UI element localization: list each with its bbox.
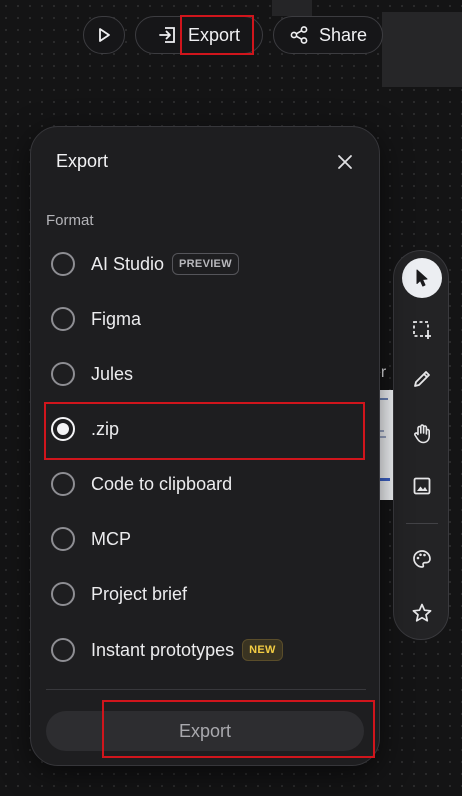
option-figma[interactable]: Figma — [51, 299, 361, 339]
export-arrow-icon — [159, 27, 175, 43]
radio-button[interactable] — [51, 307, 75, 331]
palette-icon — [413, 550, 431, 568]
share-icon — [290, 26, 308, 44]
tool-palette — [393, 250, 449, 640]
option-mcp[interactable]: MCP — [51, 519, 361, 559]
radio-button[interactable] — [51, 582, 75, 606]
image-tool[interactable] — [402, 466, 442, 506]
option-label: Figma — [91, 308, 142, 329]
export-top-label: Export — [187, 24, 241, 45]
option-label: Project brief — [91, 583, 188, 604]
play-button[interactable] — [83, 16, 125, 54]
hand-tool[interactable] — [402, 414, 442, 454]
export-dialog: Export Format AI Studio PREVIEW Figma Ju… — [30, 126, 380, 766]
option-ai-studio[interactable]: AI Studio PREVIEW — [51, 244, 361, 284]
top-right-block — [272, 0, 312, 16]
option-label: Code to clipboard — [91, 473, 233, 494]
pointer-tool[interactable] — [402, 258, 442, 298]
close-icon — [338, 155, 352, 169]
toolbar-divider — [406, 523, 438, 524]
marquee-select-tool[interactable] — [402, 310, 442, 350]
radio-button[interactable] — [51, 362, 75, 386]
radio-button[interactable] — [51, 638, 75, 662]
option-label: AI Studio — [91, 253, 165, 274]
radio-button[interactable] — [51, 527, 75, 551]
image-icon — [413, 477, 431, 495]
option-label: .zip — [91, 418, 120, 439]
option-code-to-clipboard[interactable]: Code to clipboard — [51, 464, 361, 504]
radio-button-selected[interactable] — [51, 417, 75, 441]
pencil-tool[interactable] — [402, 359, 442, 399]
pencil-icon — [414, 371, 430, 387]
option-instant-prototypes[interactable]: Instant prototypes NEW — [51, 630, 361, 670]
dialog-title: Export — [56, 151, 109, 171]
option-jules[interactable]: Jules — [51, 354, 361, 394]
option-label: Instant prototypes — [91, 639, 235, 660]
radio-button[interactable] — [51, 252, 75, 276]
share-label: Share — [318, 24, 368, 45]
share-button[interactable]: Share — [273, 16, 383, 54]
palette-tool[interactable] — [402, 539, 442, 579]
star-tool[interactable] — [402, 593, 442, 633]
option-zip[interactable]: .zip — [51, 409, 361, 449]
preview-badge: PREVIEW — [172, 253, 239, 275]
export-button[interactable]: Export — [46, 711, 364, 751]
pointer-icon — [416, 269, 428, 287]
dialog-divider — [46, 689, 366, 690]
radio-button[interactable] — [51, 472, 75, 496]
hand-icon — [414, 424, 430, 444]
star-icon — [412, 603, 432, 622]
top-right-panel — [382, 12, 462, 87]
export-top-button[interactable]: Export — [135, 16, 263, 54]
format-label: Format — [46, 212, 94, 229]
option-label: Jules — [91, 363, 134, 384]
option-project-brief[interactable]: Project brief — [51, 574, 361, 614]
play-icon — [99, 28, 110, 42]
close-button[interactable] — [332, 149, 358, 175]
marquee-select-icon — [413, 321, 431, 339]
option-label: MCP — [91, 528, 131, 549]
new-badge: NEW — [242, 639, 283, 661]
